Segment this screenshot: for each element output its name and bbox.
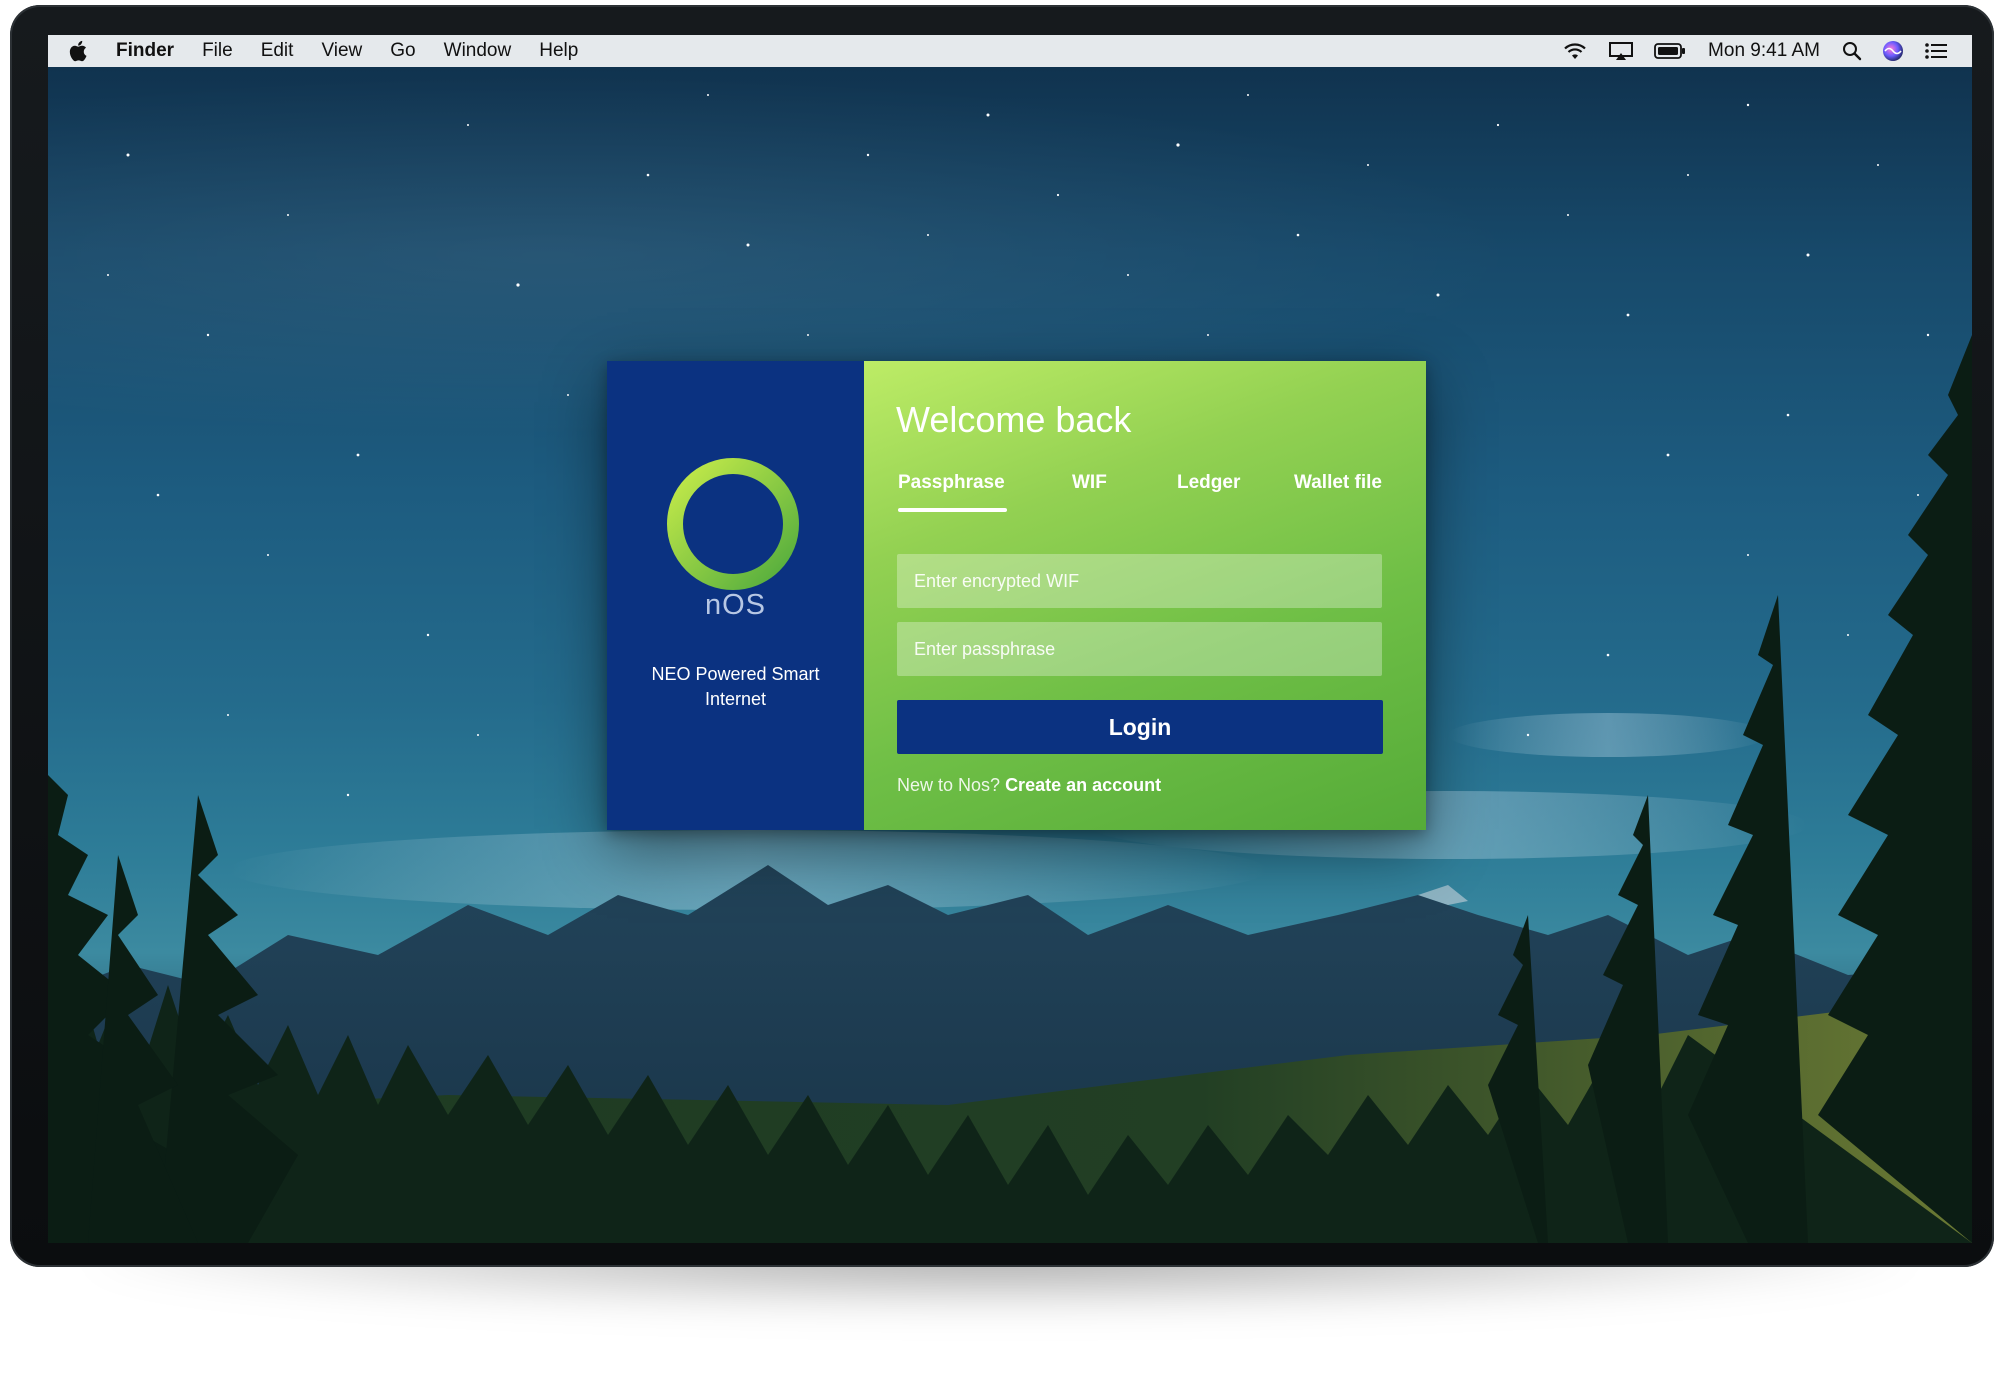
- apple-icon[interactable]: [48, 40, 108, 62]
- notification-center-icon[interactable]: [1924, 42, 1948, 60]
- encrypted-wif-input[interactable]: [897, 554, 1382, 608]
- passphrase-input[interactable]: [897, 622, 1382, 676]
- app-menu-finder[interactable]: Finder: [108, 35, 188, 67]
- desktop-screen: Finder File Edit View Go Window Help Mon…: [48, 35, 1972, 1243]
- wifi-icon[interactable]: [1562, 41, 1588, 61]
- menu-bar-right: Mon 9:41 AM: [1552, 35, 1972, 67]
- nos-login-window: nOS NEO Powered Smart Internet Welcome b…: [607, 361, 1426, 830]
- menu-file[interactable]: File: [188, 35, 247, 67]
- menu-go[interactable]: Go: [376, 35, 429, 67]
- login-method-tabs: Passphrase WIF Ledger Wallet file: [896, 471, 1396, 515]
- page-title: Welcome back: [896, 399, 1132, 440]
- brand-tagline: NEO Powered Smart Internet: [651, 664, 820, 709]
- siri-icon[interactable]: [1882, 40, 1904, 62]
- create-account-link[interactable]: Create an account: [1005, 775, 1161, 795]
- nos-logo-icon: [667, 458, 799, 590]
- brand-panel: nOS NEO Powered Smart Internet: [607, 361, 864, 830]
- menu-bar-clock[interactable]: Mon 9:41 AM: [1708, 40, 1820, 62]
- battery-icon[interactable]: [1654, 42, 1686, 60]
- menu-view[interactable]: View: [307, 35, 376, 67]
- logo-wordmark: nOS: [704, 589, 767, 621]
- tab-wif[interactable]: WIF: [1072, 471, 1107, 515]
- monitor-frame: Finder File Edit View Go Window Help Mon…: [10, 5, 1994, 1267]
- menu-edit[interactable]: Edit: [247, 35, 308, 67]
- airplay-icon[interactable]: [1608, 41, 1634, 61]
- tab-ledger[interactable]: Ledger: [1177, 471, 1240, 515]
- tab-wallet-file[interactable]: Wallet file: [1294, 471, 1382, 515]
- signup-row: New to Nos? Create an account: [897, 775, 1161, 796]
- login-button[interactable]: Login: [897, 700, 1383, 754]
- login-form-panel: Welcome back Passphrase WIF Ledger Walle…: [864, 361, 1426, 830]
- tab-passphrase[interactable]: Passphrase: [898, 471, 1007, 515]
- menu-window[interactable]: Window: [430, 35, 526, 67]
- spotlight-search-icon[interactable]: [1842, 41, 1862, 61]
- signup-prompt: New to Nos?: [897, 775, 1001, 795]
- menu-bar-left: Finder File Edit View Go Window Help: [48, 35, 592, 67]
- menu-bar: Finder File Edit View Go Window Help Mon…: [48, 35, 1972, 67]
- menu-help[interactable]: Help: [525, 35, 592, 67]
